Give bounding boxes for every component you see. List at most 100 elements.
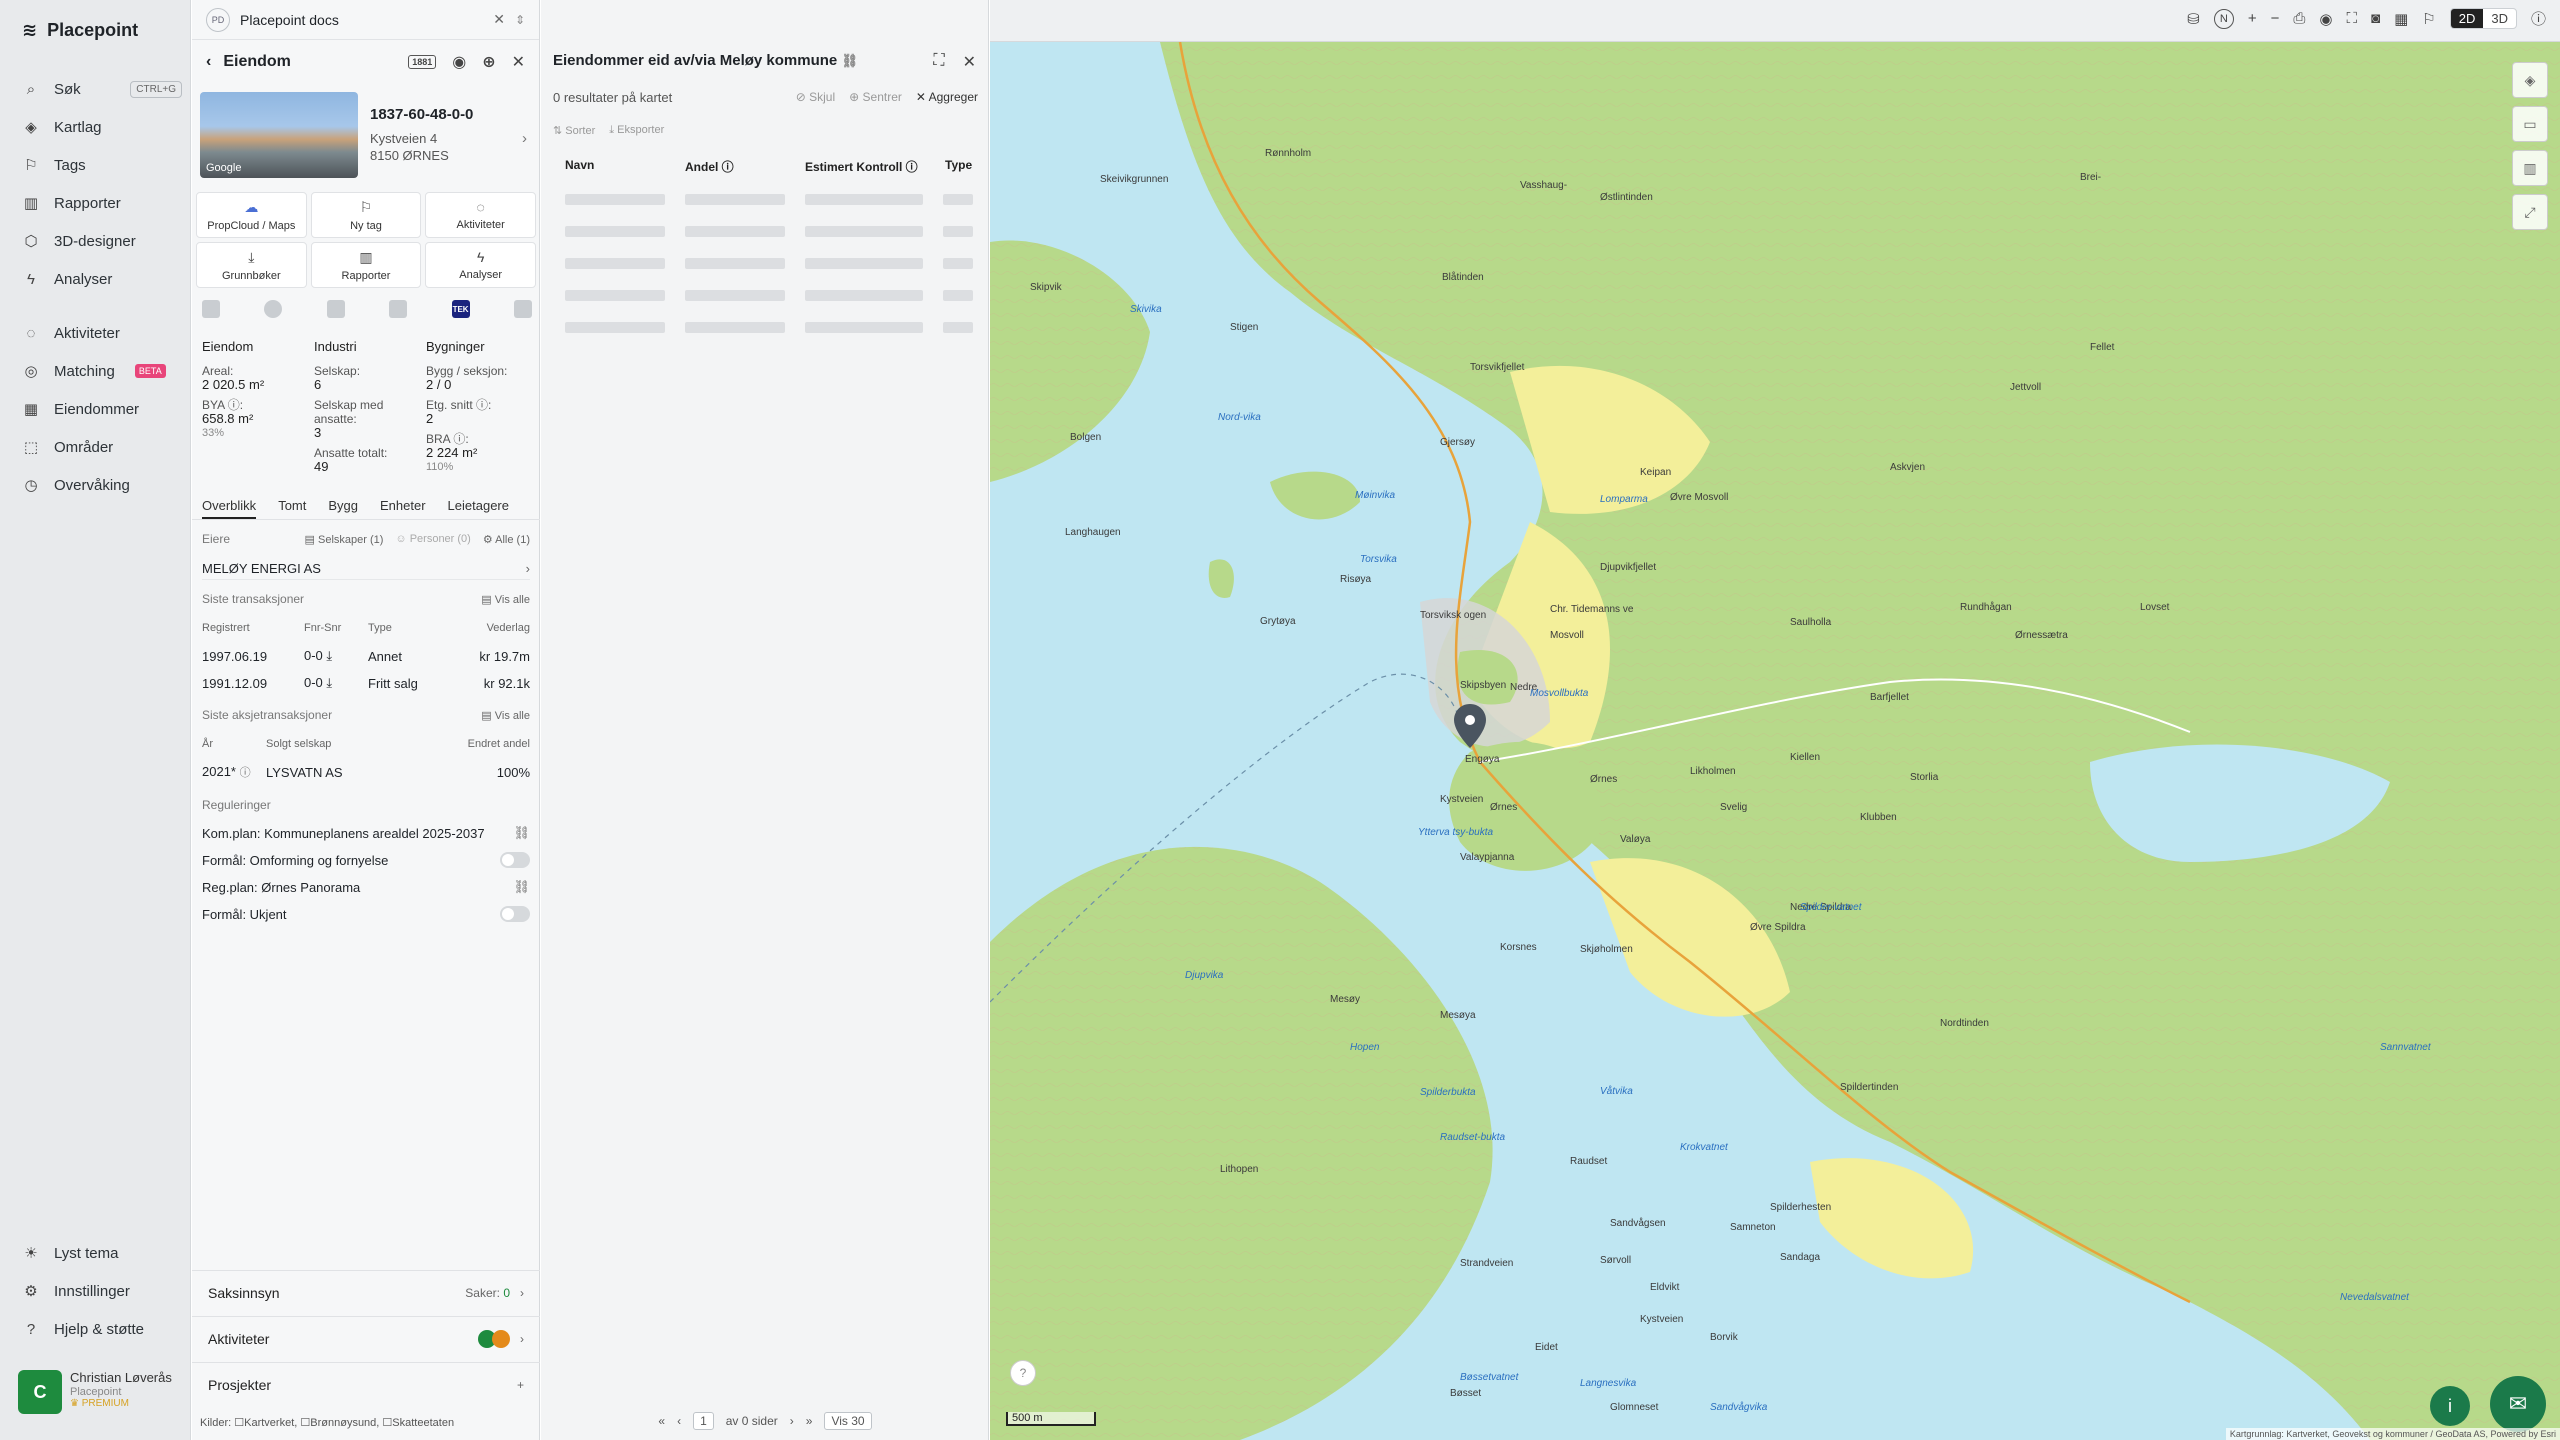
nav-item-aktiviteter[interactable]: ◌ Aktiviteter <box>22 320 182 346</box>
layers-icon[interactable]: ◈ <box>2512 62 2548 98</box>
chart-icon[interactable]: ▥ <box>2512 150 2548 186</box>
col-navn[interactable]: Navn <box>553 158 673 175</box>
info-icon[interactable]: ⓘ <box>240 767 251 779</box>
link-icon[interactable]: ⛓ <box>513 879 530 895</box>
tab-enheter[interactable]: Enheter <box>380 498 426 519</box>
source-skatteetaten[interactable]: ☐Skatteetaten <box>382 1417 454 1429</box>
tab-bygg[interactable]: Bygg <box>328 498 358 519</box>
nav-item-lyst-tema[interactable]: ☀ Lyst tema <box>22 1240 182 1266</box>
eye-icon[interactable]: ◉ <box>452 52 466 72</box>
zoom-in-icon[interactable]: + <box>2248 10 2257 27</box>
tab-tomt[interactable]: Tomt <box>278 498 306 519</box>
nav-item-kartlag[interactable]: ◈ Kartlag <box>22 114 182 140</box>
saksinnsyn-section[interactable]: Saksinnsyn Saker: 0 › <box>192 1270 540 1314</box>
regulation-row[interactable]: Reg.plan: Ørnes Panorama ⛓ <box>202 879 530 895</box>
tab-leietagere[interactable]: Leietagere <box>448 498 509 519</box>
user-profile[interactable]: C Christian Løverås Placepoint ♛ PREMIUM <box>18 1370 178 1422</box>
ruler-icon[interactable]: ▭ <box>2512 106 2548 142</box>
back-icon[interactable]: ‹ <box>206 53 211 71</box>
source-icon-4[interactable] <box>389 300 408 318</box>
link-icon[interactable]: ⛓ <box>841 53 858 68</box>
nav-item-hjelp[interactable]: ? Hjelp & støtte <box>22 1316 182 1342</box>
show-all-transactions[interactable]: ▤ Vis alle <box>481 593 530 606</box>
nav-item-matching[interactable]: ◎ Matching BETA <box>22 358 182 384</box>
bookmark-icon[interactable]: ⚐ <box>2422 10 2435 28</box>
nav-item-analyser[interactable]: ϟ Analyser <box>22 266 182 292</box>
map-canvas[interactable]: Skeivikgrunnen Rønnholm Vasshaug- Østlintin… <box>990 42 2560 1440</box>
regulation-row[interactable]: Kom.plan: Kommuneplanens arealdel 2025-2… <box>202 825 530 841</box>
info-icon[interactable]: ⓘ <box>2531 8 2546 29</box>
prosjekter-section[interactable]: Prosjekter + <box>192 1362 540 1406</box>
aggregate-button[interactable]: ✕ Aggreger <box>916 90 978 104</box>
grid-icon[interactable]: ▦ <box>2394 10 2408 28</box>
fullscreen-icon[interactable]: ⛶ <box>933 52 944 72</box>
tek-icon[interactable]: TEK <box>451 300 470 318</box>
first-page-icon[interactable]: « <box>658 1414 665 1428</box>
aktiviteter-section[interactable]: Aktiviteter › <box>192 1316 540 1360</box>
source-icon-1[interactable] <box>202 300 220 318</box>
nav-item-search[interactable]: ⌕ Søk CTRL+G <box>22 76 182 102</box>
nav-item-3d-designer[interactable]: ⬡ 3D-designer <box>22 228 182 254</box>
propcloud-button[interactable]: ☁ PropCloud / Maps <box>196 192 307 238</box>
print-icon[interactable]: ⎙ <box>2293 10 2305 27</box>
docs-title[interactable]: Placepoint docs <box>240 12 339 28</box>
col-estimert-kontroll[interactable]: Estimert Kontroll ⓘ <box>793 158 933 175</box>
close-icon[interactable]: ✕ <box>493 11 505 28</box>
street-view-photo[interactable]: Google <box>200 92 358 178</box>
nav-item-omrader[interactable]: ⬚ Områder <box>22 434 182 460</box>
info-fab[interactable]: i <box>2430 1386 2470 1426</box>
filter-companies[interactable]: ▤ Selskaper (1) <box>305 533 384 546</box>
plus-icon[interactable]: + <box>517 1378 524 1392</box>
mode-3d[interactable]: 3D <box>2483 9 2516 28</box>
filter-all[interactable]: ⚙ Alle (1) <box>483 533 530 546</box>
help-icon[interactable]: ? <box>1010 1360 1036 1386</box>
reports-button[interactable]: ▥ Rapporter <box>310 242 422 288</box>
nav-item-rapporter[interactable]: ▥ Rapporter <box>22 190 182 216</box>
table-row[interactable]: 2021* ⓘ LYSVATN AS 100% <box>202 764 530 780</box>
badge-1881[interactable]: 1881 <box>408 55 437 69</box>
brand[interactable]: ≋ Placepoint <box>22 20 138 41</box>
center-button[interactable]: ⊕ Sentrer <box>849 90 902 104</box>
page-input[interactable]: 1 <box>693 1412 714 1430</box>
per-page-select[interactable]: Vis 30 <box>824 1412 872 1430</box>
hide-button[interactable]: ⊘ Skjul <box>796 90 835 104</box>
expand-icon[interactable]: ⇕ <box>515 13 525 27</box>
export-button[interactable]: ⤓ Eksporter <box>609 124 664 137</box>
compass-icon[interactable]: N <box>2213 8 2234 29</box>
show-all-stock[interactable]: ▤ Vis alle <box>481 709 530 722</box>
filter-persons[interactable]: ☺ Personer (0) <box>395 533 470 546</box>
download-icon[interactable]: ⤓ <box>326 675 332 690</box>
table-row[interactable]: 1997.06.19 0-0 ⤓ Annet kr 19.7m <box>202 648 530 664</box>
chevron-right-icon[interactable]: › <box>522 130 527 147</box>
add-icon[interactable]: ⊕ <box>482 52 495 72</box>
source-icon-2[interactable] <box>264 300 283 318</box>
source-bronnoysund[interactable]: ☐Brønnøysund <box>300 1417 376 1429</box>
nav-item-innstillinger[interactable]: ⚙ Innstillinger <box>22 1278 182 1304</box>
grunnboker-button[interactable]: ⤓ Grunnbøker <box>196 242 307 288</box>
nav-item-tags[interactable]: ⚐ Tags <box>22 152 182 178</box>
download-icon[interactable]: ⤓ <box>326 648 332 663</box>
new-tag-button[interactable]: ⚐ Ny tag <box>310 192 422 238</box>
source-icon-6[interactable] <box>513 300 532 318</box>
close-icon[interactable]: ✕ <box>963 52 976 72</box>
toggle-switch[interactable] <box>500 852 530 868</box>
nav-item-eiendommer[interactable]: ▦ Eiendommer <box>22 396 182 422</box>
col-andel[interactable]: Andel ⓘ <box>673 158 793 175</box>
activities-button[interactable]: ◌ Aktiviteter <box>425 192 536 238</box>
close-icon[interactable]: ✕ <box>512 52 525 72</box>
analyses-button[interactable]: ϟ Analyser <box>425 242 536 288</box>
sort-button[interactable]: ⇅ Sorter <box>553 124 595 137</box>
source-kartverket[interactable]: ☐Kartverket <box>234 1417 294 1429</box>
table-row[interactable]: 1991.12.09 0-0 ⤓ Fritt salg kr 92.1k <box>202 675 530 691</box>
camera-icon[interactable]: ◙ <box>2371 10 2380 27</box>
tab-overblikk[interactable]: Overblikk <box>202 498 257 519</box>
eye-icon[interactable]: ◉ <box>2319 10 2332 28</box>
owner-row[interactable]: MELØY ENERGI AS › <box>202 558 530 580</box>
nav-item-overvaking[interactable]: ◷ Overvåking <box>22 472 182 498</box>
last-page-icon[interactable]: » <box>806 1414 813 1428</box>
col-type[interactable]: Type <box>933 158 973 175</box>
prev-page-icon[interactable]: ‹ <box>677 1414 681 1428</box>
next-page-icon[interactable]: › <box>790 1414 794 1428</box>
source-icon-3[interactable] <box>326 300 345 318</box>
chat-fab[interactable]: ✉ <box>2490 1376 2546 1432</box>
